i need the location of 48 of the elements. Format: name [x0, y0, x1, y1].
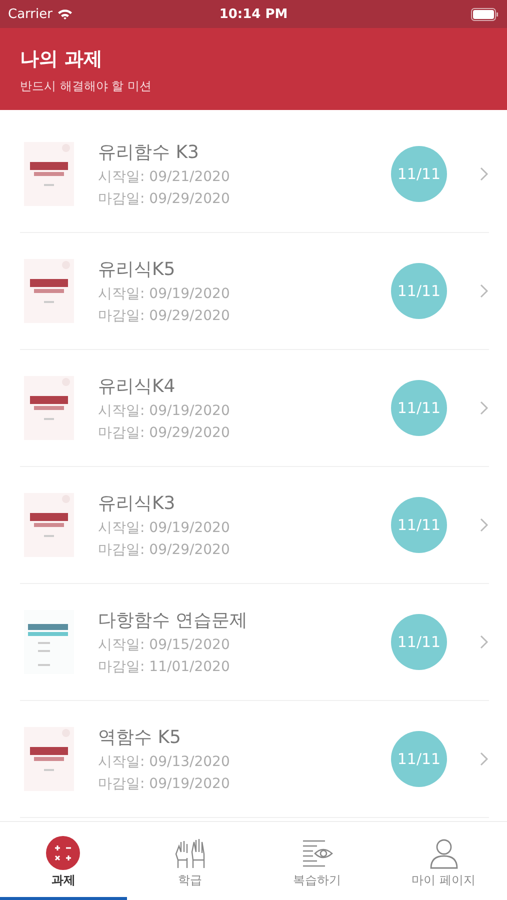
start-date: 시작일: 09/21/2020 — [98, 168, 231, 186]
assignment-title: 유리식K4 — [98, 375, 176, 398]
progress-badge: 11/11 — [391, 146, 447, 202]
due-date: 마감일: 09/29/2020 — [98, 307, 231, 325]
assignment-title: 다항함수 연습문제 — [98, 609, 249, 632]
due-date: 마감일: 09/29/2020 — [98, 190, 231, 208]
assignment-row[interactable]: 다항함수 연습문제 시작일: 09/15/2020 마감일: 11/01/2020 11/11 — [20, 584, 489, 701]
assignment-title: 유리식K5 — [98, 258, 176, 281]
clock-time: 10:14 PM — [219, 6, 288, 22]
assignment-row[interactable]: 역함수 K5 시작일: 09/13/2020 마감일: 09/19/2020 11/11 — [20, 701, 489, 818]
wifi-icon — [57, 8, 74, 20]
page-subtitle: 반드시 해결해야 할 미션 — [20, 78, 152, 95]
assignment-row[interactable]: 유리식K5 시작일: 09/19/2020 마감일: 09/29/2020 11/11 — [20, 233, 489, 350]
progress-badge: 11/11 — [391, 614, 447, 670]
tab-bar-item[interactable]: 마이 페이지 — [380, 822, 507, 900]
progress-badge: 11/11 — [391, 497, 447, 553]
chevron-icon — [479, 634, 489, 650]
assignment-title: 유리식K3 — [98, 492, 176, 515]
start-date: 시작일: 09/15/2020 — [98, 636, 231, 654]
progress-badge: 11/11 — [391, 731, 447, 787]
tab-bar-item[interactable]: 과제 — [0, 822, 127, 900]
assignment-row[interactable]: 유리식K4 시작일: 09/19/2020 마감일: 09/29/2020 11/11 — [20, 350, 489, 467]
start-date: 시작일: 09/13/2020 — [98, 753, 231, 771]
calculator-icon — [46, 836, 80, 870]
chevron-icon — [479, 283, 489, 299]
page-title: 나의 과제 — [20, 47, 104, 72]
tab-bar-item[interactable]: 복습하기 — [254, 822, 380, 900]
assignment-row[interactable]: 유리함수 K3 시작일: 09/21/2020 마감일: 09/29/2020 11/11 — [20, 116, 489, 233]
due-date: 마감일: 11/01/2020 — [98, 658, 231, 676]
carrier-label: Carrier — [8, 6, 52, 22]
progress-badge: 11/11 — [391, 263, 447, 319]
assignment-title: 역함수 K5 — [98, 726, 182, 749]
assignment-title: 유리함수 K3 — [98, 141, 200, 164]
chevron-icon — [479, 751, 489, 767]
chevron-icon — [479, 517, 489, 533]
start-date: 시작일: 09/19/2020 — [98, 519, 231, 537]
progress-badge: 11/11 — [391, 380, 447, 436]
due-date: 마감일: 09/19/2020 — [98, 775, 231, 793]
start-date: 시작일: 09/19/2020 — [98, 402, 231, 420]
battery-icon — [471, 8, 499, 20]
tab-bar-item[interactable]: 학급 — [126, 822, 254, 900]
due-date: 마감일: 09/29/2020 — [98, 541, 231, 559]
chevron-icon — [479, 400, 489, 416]
raised-hands-icon — [173, 836, 208, 870]
start-date: 시작일: 09/19/2020 — [98, 285, 231, 303]
assignment-row[interactable]: 유리식K3 시작일: 09/19/2020 마감일: 09/29/2020 11/11 — [20, 467, 489, 584]
due-date: 마감일: 09/29/2020 — [98, 424, 231, 442]
chevron-icon — [479, 166, 489, 182]
